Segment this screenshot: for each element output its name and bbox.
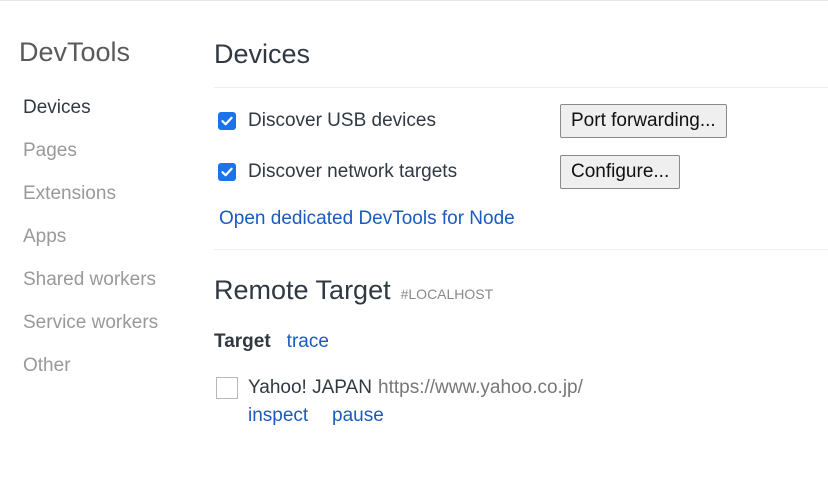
checkmark-icon	[221, 167, 233, 177]
trace-link[interactable]: trace	[287, 331, 329, 353]
remote-target-title: Remote Target	[214, 275, 391, 305]
page-title: Devices	[214, 39, 311, 69]
target-label: Target	[214, 331, 271, 352]
discover-network-row: Discover network targets	[218, 160, 457, 184]
target-name: Yahoo! JAPAN	[248, 377, 372, 398]
checkmark-icon	[221, 116, 233, 126]
open-node-devtools-link[interactable]: Open dedicated DevTools for Node	[219, 207, 515, 231]
remote-target-heading: Remote Target #LOCALHOST	[214, 273, 493, 307]
port-forwarding-button[interactable]: Port forwarding...	[560, 104, 727, 138]
remote-target-host: #LOCALHOST	[400, 286, 494, 302]
discover-usb-label: Discover USB devices	[248, 110, 436, 131]
app-title: DevTools	[19, 37, 131, 67]
sidebar-item-other[interactable]: Other	[23, 354, 71, 378]
section-divider	[214, 249, 828, 250]
discover-network-checkbox[interactable]	[218, 163, 236, 181]
discover-usb-row: Discover USB devices	[218, 109, 436, 133]
configure-button[interactable]: Configure...	[560, 155, 681, 189]
target-header: Target trace	[214, 331, 329, 353]
discover-network-label: Discover network targets	[248, 161, 458, 182]
discover-usb-checkbox[interactable]	[218, 112, 236, 130]
target-url: https://www.yahoo.co.jp/	[378, 377, 583, 398]
sidebar-item-apps[interactable]: Apps	[23, 225, 66, 249]
sidebar: DevTools Devices Pages Extensions Apps S…	[0, 1, 190, 481]
target-checkbox[interactable]	[216, 377, 238, 399]
sidebar-item-pages[interactable]: Pages	[23, 139, 77, 163]
header-divider	[214, 87, 828, 88]
sidebar-item-service-workers[interactable]: Service workers	[23, 311, 158, 335]
devtools-inspect-page: DevTools Devices Pages Extensions Apps S…	[0, 0, 828, 481]
sidebar-item-devices[interactable]: Devices	[23, 96, 91, 120]
inspect-link[interactable]: inspect	[248, 404, 308, 428]
pause-link[interactable]: pause	[332, 404, 384, 428]
sidebar-item-shared-workers[interactable]: Shared workers	[23, 268, 156, 292]
sidebar-item-extensions[interactable]: Extensions	[23, 182, 116, 206]
main-content: Devices Discover USB devices Port forwar…	[214, 1, 828, 481]
